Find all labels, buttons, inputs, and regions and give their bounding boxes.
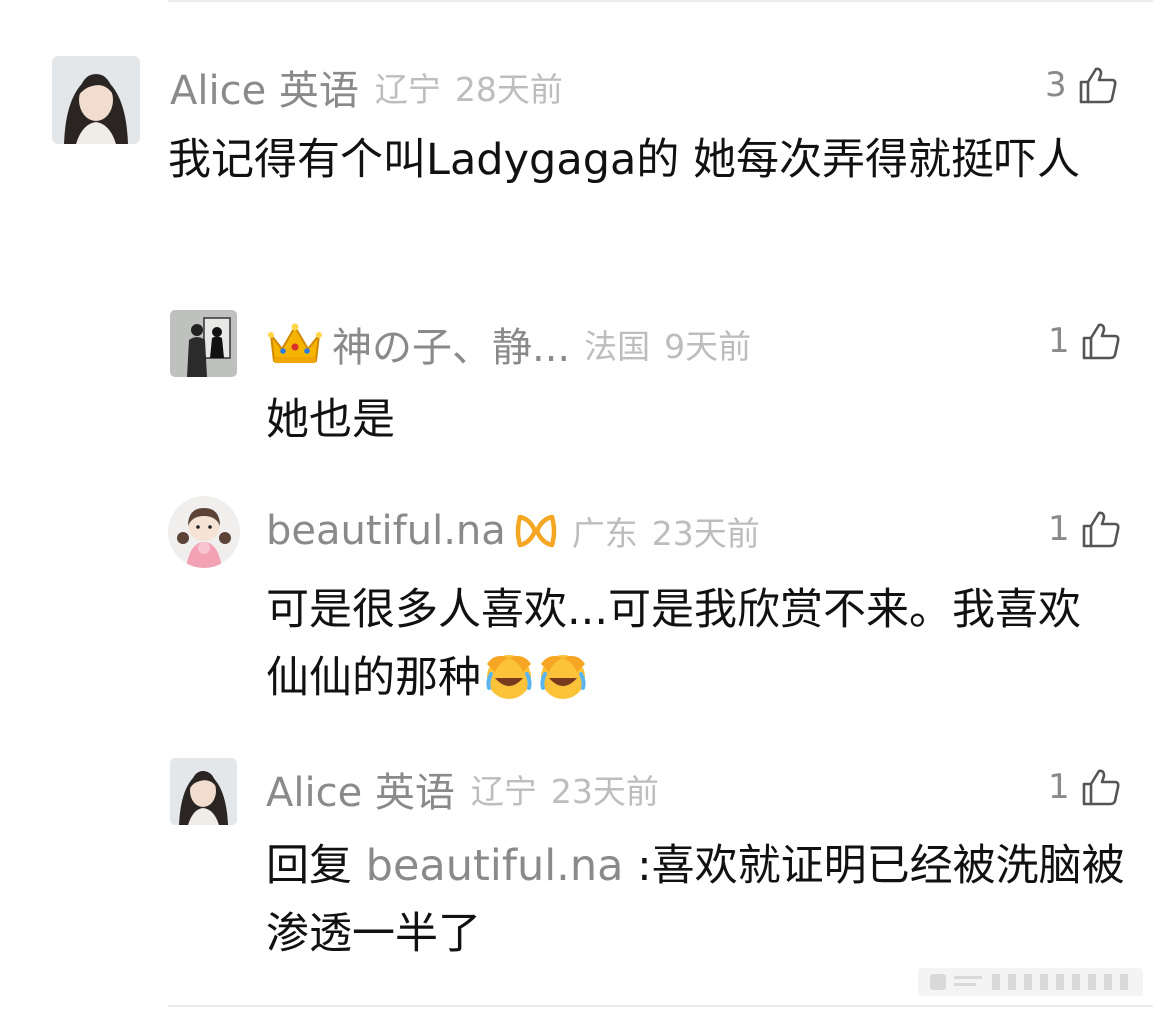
timestamp: 23天前 xyxy=(651,514,760,553)
location: 广东 xyxy=(571,514,638,553)
avatar[interactable] xyxy=(170,310,237,377)
top-divider xyxy=(168,0,1153,2)
like-button[interactable]: 3 xyxy=(1045,64,1119,106)
avatar[interactable] xyxy=(52,56,140,144)
comment-text: 回复 beautiful.na :喜欢就证明已经被洗脑被渗透一半了 xyxy=(266,832,1126,968)
thumbs-up-icon xyxy=(1082,511,1120,548)
avatar[interactable] xyxy=(168,496,240,568)
like-button[interactable]: 1 xyxy=(1048,766,1122,808)
thumbs-up-icon xyxy=(1082,323,1120,360)
reply-prefix: 回复 xyxy=(266,841,352,891)
like-count: 3 xyxy=(1045,65,1067,105)
comment-text: 可是很多人喜欢...可是我欣赏不来。我喜欢仙仙的那种 xyxy=(266,576,1116,712)
bottom-divider xyxy=(168,1005,1153,1007)
timestamp: 9天前 xyxy=(664,327,752,366)
like-count: 1 xyxy=(1048,509,1070,549)
watermark-icon xyxy=(918,968,1143,996)
username[interactable]: Alice 英语 xyxy=(266,760,455,818)
vip-icon xyxy=(515,514,557,548)
timestamp: 23天前 xyxy=(550,772,659,811)
comment-text: 她也是 xyxy=(266,395,395,445)
location: 辽宁 xyxy=(470,772,537,811)
comment-text-content: 可是很多人喜欢...可是我欣赏不来。我喜欢仙仙的那种 xyxy=(266,585,1082,703)
comment-text: 我记得有个叫Ladygaga的 她每次弄得就挺吓人 xyxy=(168,135,1081,185)
like-count: 1 xyxy=(1048,767,1070,807)
username[interactable]: beautiful.na xyxy=(266,508,506,554)
crown-icon xyxy=(268,323,322,363)
facepalm-cry-icon xyxy=(486,655,532,699)
location: 辽宁 xyxy=(374,70,441,109)
like-count: 1 xyxy=(1048,321,1070,361)
thumbs-up-icon xyxy=(1082,769,1120,806)
thumbs-up-icon xyxy=(1079,67,1117,104)
timestamp: 28天前 xyxy=(454,70,563,109)
avatar[interactable] xyxy=(170,758,237,825)
like-button[interactable]: 1 xyxy=(1048,320,1122,362)
facepalm-cry-icon xyxy=(540,655,586,699)
reply-target-link[interactable]: beautiful.na xyxy=(366,841,624,891)
like-button[interactable]: 1 xyxy=(1048,508,1122,550)
location: 法国 xyxy=(584,327,651,366)
username[interactable]: Alice 英语 xyxy=(170,58,359,116)
username[interactable]: 神の子、静... xyxy=(332,315,570,373)
